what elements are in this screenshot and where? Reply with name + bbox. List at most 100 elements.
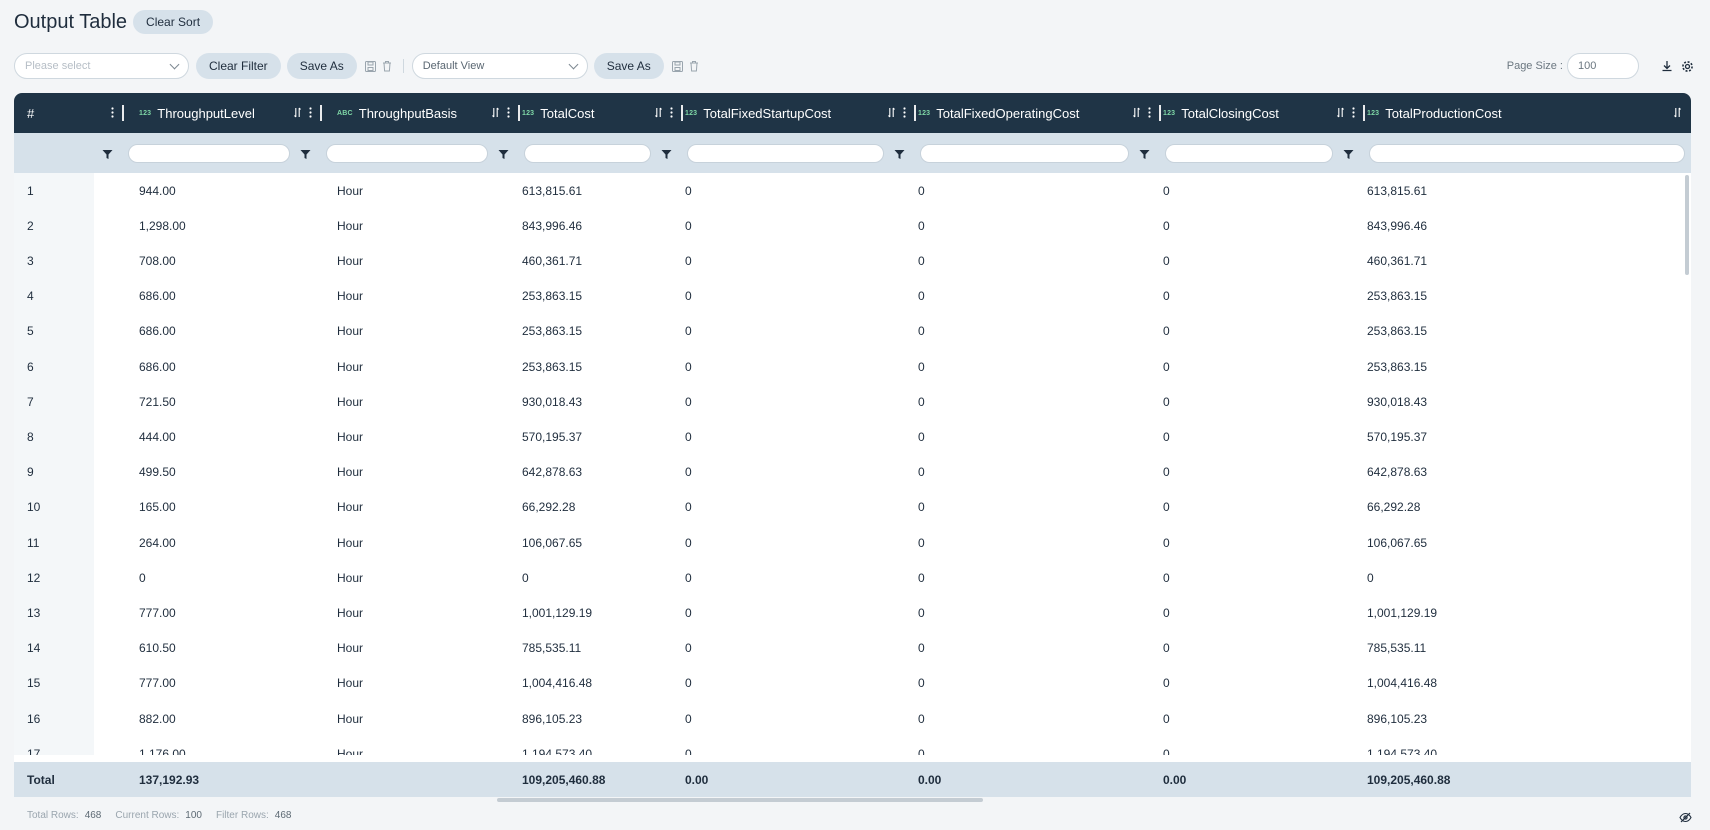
- table-cell: 0: [1163, 605, 1170, 620]
- table-row[interactable]: 16 882.00 Hour 896,105.23 0 0 0 896,105.23: [14, 701, 1691, 736]
- table-cell: 253,863.15: [1367, 324, 1428, 339]
- more-vert-icon[interactable]: [1148, 106, 1151, 121]
- column-filter-input[interactable]: [524, 144, 651, 163]
- column-header-5[interactable]: 123 TotalFixedOperatingCost: [916, 93, 1161, 133]
- eye-off-icon[interactable]: [1679, 810, 1692, 828]
- table-row[interactable]: 11 264.00 Hour 106,067.65 0 0 0 106,067.65: [14, 525, 1691, 560]
- column-filter-input[interactable]: [920, 144, 1129, 163]
- column-controls: [492, 93, 510, 133]
- table-cell: 253,863.15: [1367, 359, 1428, 374]
- table-cell: 253,863.15: [522, 324, 583, 339]
- table-cell: 0: [1163, 218, 1170, 233]
- filter-icon[interactable]: [498, 147, 509, 165]
- table-row[interactable]: 4 686.00 Hour 253,863.15 0 0 0 253,863.15: [14, 279, 1691, 314]
- table-row[interactable]: 15 777.00 Hour 1,004,416.48 0 0 0 1,004,416.48: [14, 666, 1691, 701]
- more-vert-icon[interactable]: [670, 106, 673, 121]
- table-cell: 0: [1163, 746, 1170, 755]
- table-row[interactable]: 3 708.00 Hour 460,361.71 0 0 0 460,361.71: [14, 243, 1691, 278]
- more-vert-icon[interactable]: [309, 106, 312, 121]
- table-cell: 0: [1163, 500, 1170, 515]
- column-header-3[interactable]: 123 TotalCost: [520, 93, 683, 133]
- total-rows-label: Total Rows:: [27, 810, 79, 821]
- sort-icon[interactable]: [1674, 106, 1681, 121]
- filter-icon[interactable]: [102, 147, 113, 165]
- settings-icon[interactable]: [1679, 58, 1695, 74]
- filter-icon[interactable]: [1139, 147, 1150, 165]
- table-cell: Hour: [337, 500, 364, 515]
- table-row[interactable]: 8 444.00 Hour 570,195.37 0 0 0 570,195.37: [14, 419, 1691, 454]
- table-row[interactable]: 17 1,176.00 Hour 1,194,573.40 0 0 0 1,194,573.4…: [14, 736, 1691, 755]
- table-row[interactable]: 12 0 Hour 0 0 0 0 0: [14, 560, 1691, 595]
- table-cell: Hour: [337, 253, 364, 268]
- delete-icon[interactable]: [686, 58, 702, 74]
- filter-rows-label: Filter Rows:: [215, 810, 269, 821]
- filter-icon[interactable]: [300, 147, 311, 165]
- column-header-7[interactable]: 123 TotalProductionCost: [1365, 93, 1691, 133]
- table-cell: 0: [1367, 570, 1374, 585]
- sort-icon[interactable]: [655, 106, 662, 121]
- table-cell: 460,361.71: [1367, 253, 1428, 268]
- more-vert-icon[interactable]: [507, 106, 510, 121]
- filter-icon[interactable]: [894, 147, 905, 165]
- table-cell: 106,067.65: [1367, 535, 1428, 550]
- table-cell: 0: [685, 500, 692, 515]
- save-as-view-button[interactable]: Save As: [593, 53, 664, 79]
- table-row[interactable]: 14 610.50 Hour 785,535.11 0 0 0 785,535.11: [14, 631, 1691, 666]
- column-header-0[interactable]: #: [14, 93, 124, 133]
- table-cell: 0: [918, 218, 925, 233]
- clear-filter-button[interactable]: Clear Filter: [196, 53, 281, 79]
- table-row[interactable]: 1 944.00 Hour 613,815.61 0 0 0 613,815.61: [14, 173, 1691, 208]
- table-row[interactable]: 6 686.00 Hour 253,863.15 0 0 0 253,863.15: [14, 349, 1691, 384]
- table-cell: Hour: [337, 183, 364, 198]
- table-row[interactable]: 2 1,298.00 Hour 843,996.46 0 0 0 843,996.46: [14, 208, 1691, 243]
- column-header-4[interactable]: 123 TotalFixedStartupCost: [683, 93, 916, 133]
- delete-icon[interactable]: [379, 58, 395, 74]
- column-filter-input[interactable]: [326, 144, 488, 163]
- page-size-input[interactable]: 100: [1567, 53, 1639, 79]
- column-header-1[interactable]: 123 ThroughputLevel: [124, 93, 322, 133]
- more-vert-icon[interactable]: [111, 106, 114, 121]
- filter-select[interactable]: Please select: [14, 53, 189, 79]
- horizontal-scrollbar[interactable]: [497, 798, 983, 802]
- table-cell: 1,004,416.48: [1367, 676, 1438, 691]
- filter-icon[interactable]: [1343, 147, 1354, 165]
- table-cell: 0: [918, 570, 925, 585]
- table-row[interactable]: 10 165.00 Hour 66,292.28 0 0 0 66,292.28: [14, 490, 1691, 525]
- save-icon[interactable]: [670, 58, 686, 74]
- table-cell: 785,535.11: [1367, 641, 1427, 656]
- table-row[interactable]: 13 777.00 Hour 1,001,129.19 0 0 0 1,001,129.19: [14, 595, 1691, 630]
- column-header-label-group: 123 TotalClosingCost: [1163, 106, 1279, 121]
- filter-row: [14, 133, 1691, 173]
- table-header: #123 ThroughputLevel ABC ThroughputBasis 123…: [14, 93, 1691, 133]
- save-as-filter-button[interactable]: Save As: [286, 53, 357, 79]
- table-row[interactable]: 5 686.00 Hour 253,863.15 0 0 0 253,863.15: [14, 314, 1691, 349]
- sort-icon[interactable]: [492, 106, 499, 121]
- table-row[interactable]: 7 721.50 Hour 930,018.43 0 0 0 930,018.43: [14, 384, 1691, 419]
- column-type-badge: 123: [1163, 109, 1176, 117]
- more-vert-icon[interactable]: [1352, 106, 1355, 121]
- vertical-scrollbar[interactable]: [1685, 175, 1689, 275]
- column-filter-input[interactable]: [128, 144, 290, 163]
- sort-icon[interactable]: [294, 106, 301, 121]
- table-cell: 686.00: [139, 359, 176, 374]
- more-vert-icon[interactable]: [903, 106, 906, 121]
- column-header-2[interactable]: ABC ThroughputBasis: [322, 93, 520, 133]
- save-icon[interactable]: [363, 58, 379, 74]
- table-cell: 0: [918, 183, 925, 198]
- column-header-6[interactable]: 123 TotalClosingCost: [1161, 93, 1365, 133]
- download-icon[interactable]: [1659, 58, 1675, 74]
- table-cell: 0: [685, 465, 692, 480]
- sort-icon[interactable]: [888, 106, 895, 121]
- view-select[interactable]: Default View: [411, 53, 588, 79]
- column-filter-input[interactable]: [1165, 144, 1333, 163]
- column-filter-input[interactable]: [1369, 144, 1685, 163]
- sort-icon[interactable]: [1133, 106, 1140, 121]
- sort-icon[interactable]: [1337, 106, 1344, 121]
- table-row[interactable]: 9 499.50 Hour 642,878.63 0 0 0 642,878.63: [14, 455, 1691, 490]
- filter-icon[interactable]: [661, 147, 672, 165]
- clear-sort-button[interactable]: Clear Sort: [133, 10, 214, 34]
- table-cell: 460,361.71: [522, 253, 583, 268]
- column-type-badge: 123: [685, 109, 698, 117]
- column-filter-input[interactable]: [687, 144, 884, 163]
- table-cell: 0: [685, 711, 692, 726]
